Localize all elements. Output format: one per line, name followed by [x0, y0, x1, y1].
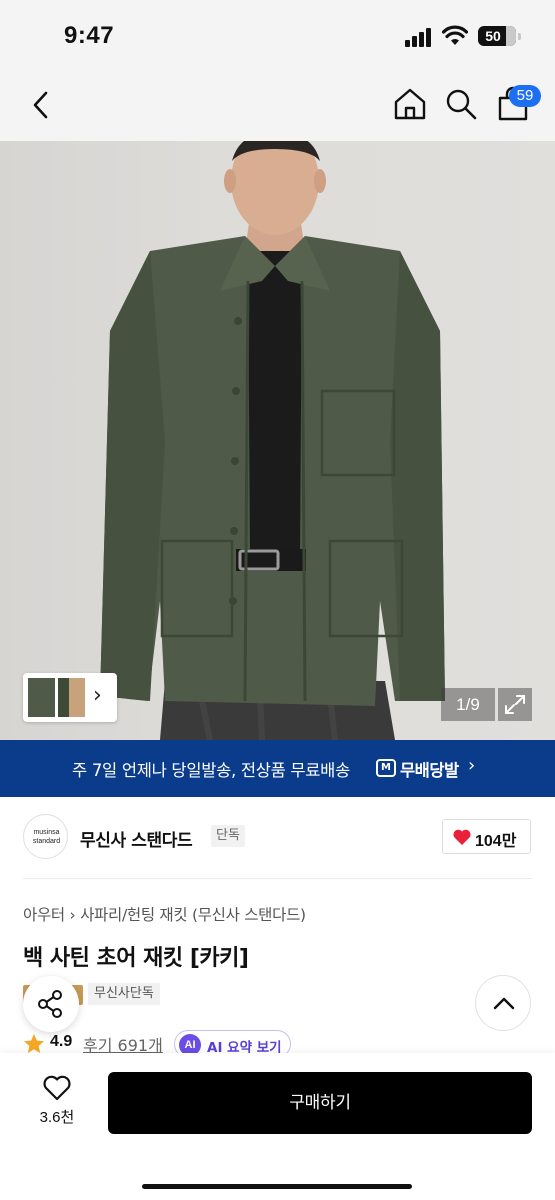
status-bar: 9:47 50 [0, 0, 555, 70]
share-icon [38, 990, 62, 1018]
home-icon[interactable] [392, 86, 428, 122]
bottom-purchase-bar: 3.6천 구매하기 [0, 1053, 555, 1200]
thumbnail-strip[interactable]: › [23, 673, 117, 722]
shipping-banner[interactable]: 주 7일 언제나 당일발송, 전상품 무료배송 M 무배당발 › [0, 740, 555, 797]
back-icon[interactable] [26, 88, 56, 122]
heart-filled-icon [453, 829, 471, 845]
chevron-right-icon: › [468, 755, 476, 776]
wifi-icon [442, 25, 468, 45]
top-nav-bar [0, 70, 555, 141]
exclusive-badge: 무신사단독 [88, 983, 160, 1005]
brand-like-count: 104만 [475, 833, 517, 850]
battery-level: 50 [485, 28, 501, 44]
buy-button[interactable]: 구매하기 [108, 1072, 532, 1134]
musinsa-logo-icon: M [376, 759, 396, 777]
wishlist-button[interactable]: 3.6천 [28, 1070, 86, 1130]
breadcrumb-separator-icon: › [69, 906, 81, 924]
heart-outline-icon [43, 1075, 71, 1101]
banner-text: 주 7일 언제나 당일발송, 전상품 무료배송 [72, 761, 350, 780]
search-icon[interactable] [444, 86, 478, 122]
breadcrumb: 아우터 › 사파리/헌팅 재킷 (무신사 스탠다드) [23, 903, 306, 925]
chevron-up-icon [493, 997, 515, 1010]
chevron-right-icon: › [93, 683, 102, 708]
exclusive-tag: 단독 [211, 825, 245, 847]
image-counter: 1/9 [441, 688, 495, 721]
brand-like-button[interactable]: 104만 [442, 819, 531, 854]
thumbnail-2[interactable] [58, 678, 85, 717]
product-title: 백 사틴 초어 재킷 [카키] [23, 946, 249, 971]
scroll-top-button[interactable] [475, 975, 531, 1031]
breadcrumb-subcategory[interactable]: 사파리/헌팅 재킷 (무신사 스탠다드) [80, 906, 306, 924]
wishlist-count: 3.6천 [39, 1109, 75, 1126]
cart-count-badge: 59 [509, 85, 541, 107]
thumbnail-1[interactable] [28, 678, 55, 717]
star-icon [24, 1034, 44, 1053]
divider [23, 878, 532, 879]
product-image[interactable] [0, 141, 555, 740]
status-time: 9:47 [64, 22, 115, 49]
home-indicator [142, 1184, 412, 1189]
banner-brand: 무배당발 [400, 761, 459, 780]
share-button[interactable] [23, 976, 79, 1032]
rating-score: 4.9 [50, 1033, 73, 1050]
cellular-signal-icon [405, 27, 435, 47]
brand-name[interactable]: 무신사 스탠다드 [80, 826, 193, 851]
expand-icon[interactable] [498, 688, 532, 721]
brand-logo[interactable]: musinsa standard [23, 814, 68, 859]
breadcrumb-category[interactable]: 아우터 [23, 906, 65, 924]
model-photo [100, 141, 445, 740]
battery-icon: 50 [478, 26, 516, 46]
